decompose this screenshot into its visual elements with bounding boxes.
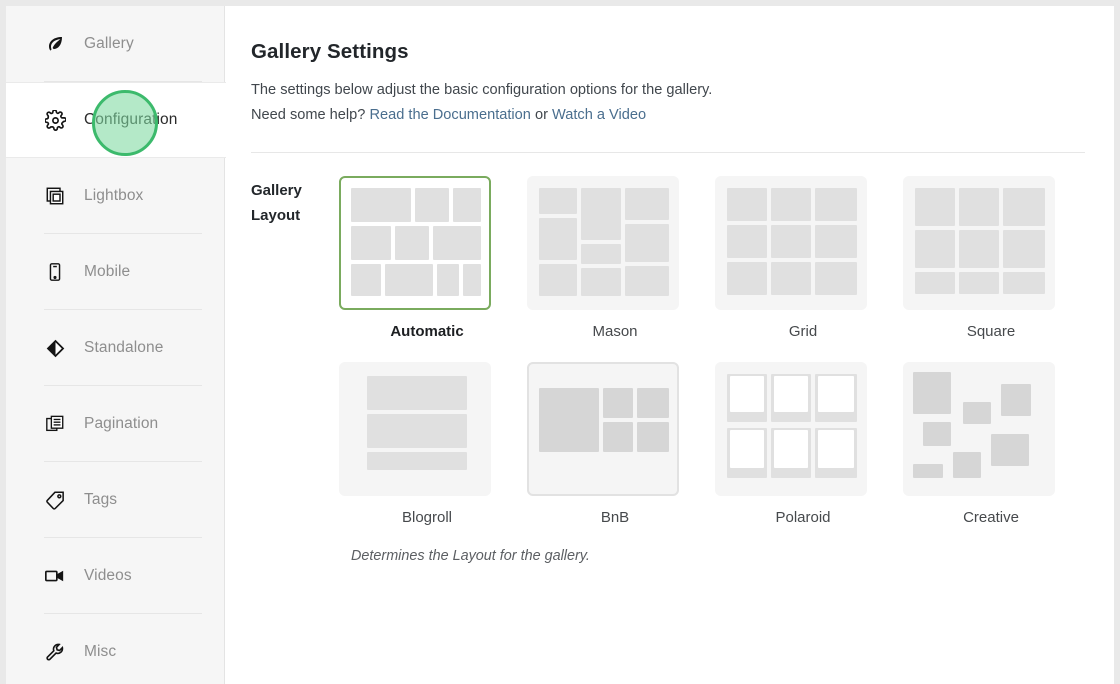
description-line-1: The settings below adjust the basic conf… (251, 82, 713, 98)
lightbox-icon (44, 185, 66, 207)
sidebar-item-label: Standalone (84, 339, 164, 356)
layout-option-label: Mason (592, 323, 638, 340)
layout-option-mason[interactable]: Mason (527, 176, 703, 340)
layout-option-label: Square (966, 323, 1016, 340)
page-description: The settings below adjust the basic conf… (251, 78, 1086, 128)
layout-thumb-creative (903, 362, 1055, 496)
layout-option-polaroid[interactable]: Polaroid (715, 362, 891, 526)
layout-option-square[interactable]: Square (903, 176, 1079, 340)
sidebar-item-lightbox[interactable]: Lightbox (6, 158, 224, 234)
main-content: Gallery Settings The settings below adju… (225, 6, 1114, 684)
wrench-icon (44, 641, 66, 663)
layout-option-label: Creative (963, 509, 1019, 526)
field-label-line-2: Layout (251, 207, 301, 224)
sidebar-item-label: Pagination (84, 415, 159, 432)
sidebar-item-gallery[interactable]: Gallery (6, 6, 224, 82)
layout-option-grid[interactable]: Grid (715, 176, 891, 340)
layout-thumb-mason (527, 176, 679, 310)
gallery-layout-options: Automatic Mason Grid Square Blogroll BnB… (339, 176, 1091, 526)
sidebar-item-label: Configuration (84, 111, 178, 128)
field-label-line-1: Gallery (251, 182, 302, 199)
mobile-icon (44, 261, 66, 283)
gallery-layout-label: Gallery Layout (251, 176, 339, 526)
layout-thumb-square (903, 176, 1055, 310)
tag-icon (44, 489, 66, 511)
sidebar-item-label: Mobile (84, 263, 131, 280)
link-separator: or (530, 107, 552, 123)
sidebar-item-standalone[interactable]: Standalone (6, 310, 224, 386)
layout-option-blogroll[interactable]: Blogroll (339, 362, 515, 526)
sidebar-item-label: Tags (84, 491, 118, 508)
layout-thumb-automatic (339, 176, 491, 310)
diamond-icon (44, 337, 66, 359)
sidebar-item-pagination[interactable]: Pagination (6, 386, 224, 462)
layout-option-label: Automatic (390, 323, 464, 340)
sidebar: Gallery Configuration Lightbox Mobile St… (6, 6, 226, 684)
settings-panel: Gallery Configuration Lightbox Mobile St… (6, 6, 1114, 684)
layout-thumb-blogroll (339, 362, 491, 496)
sidebar-item-videos[interactable]: Videos (6, 538, 224, 614)
layout-option-bnb[interactable]: BnB (527, 362, 703, 526)
watch-video-link[interactable]: Watch a Video (552, 107, 646, 123)
description-line-2: Need some help? Read the Documentation o… (251, 103, 1086, 128)
layout-option-automatic[interactable]: Automatic (339, 176, 515, 340)
leaf-icon (44, 33, 66, 55)
page-title: Gallery Settings (251, 40, 409, 63)
pagination-icon (44, 413, 66, 435)
video-icon (44, 565, 66, 587)
layout-option-label: Polaroid (775, 509, 831, 526)
layout-option-label: Grid (788, 323, 818, 340)
layout-thumb-polaroid (715, 362, 867, 496)
layout-thumb-grid (715, 176, 867, 310)
read-documentation-link[interactable]: Read the Documentation (369, 107, 530, 123)
sidebar-item-mobile[interactable]: Mobile (6, 234, 224, 310)
layout-thumb-bnb (527, 362, 679, 496)
sidebar-item-misc[interactable]: Misc (6, 614, 224, 684)
sidebar-item-label: Lightbox (84, 187, 144, 204)
gear-icon (44, 109, 66, 131)
layout-option-grid: Automatic Mason Grid Square Blogroll BnB… (339, 176, 1091, 526)
sidebar-item-tags[interactable]: Tags (6, 462, 224, 538)
layout-option-label: BnB (600, 509, 630, 526)
layout-option-label: Blogroll (401, 509, 453, 526)
app-root: Gallery Configuration Lightbox Mobile St… (0, 0, 1120, 684)
help-prompt-text: Need some help? (251, 107, 370, 123)
layout-option-creative[interactable]: Creative (903, 362, 1079, 526)
gallery-layout-note: Determines the Layout for the gallery. (351, 548, 590, 564)
sidebar-item-configuration[interactable]: Configuration (6, 82, 226, 158)
sidebar-item-label: Videos (84, 567, 132, 584)
sidebar-item-label: Misc (84, 643, 117, 660)
gallery-layout-field: Gallery Layout Automatic Mason Grid Squa… (251, 153, 1086, 526)
sidebar-item-label: Gallery (84, 35, 134, 52)
